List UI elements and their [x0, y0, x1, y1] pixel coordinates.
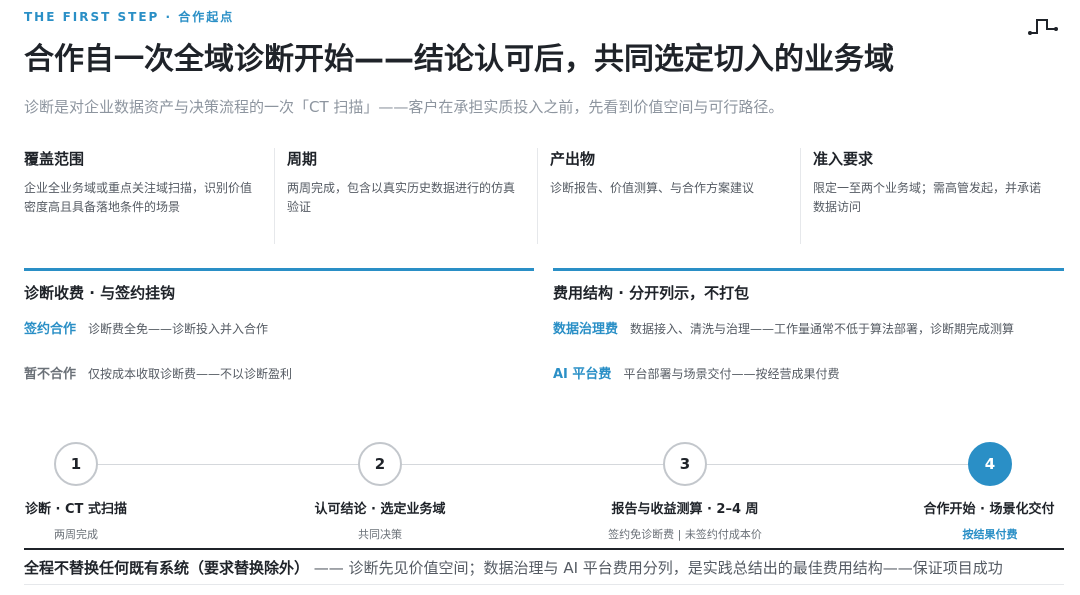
step-3-label: 报告与收益测算 · 2–4 周 — [611, 502, 759, 517]
step-2-sub: 共同决策 — [358, 528, 402, 541]
structure-text: 数据接入、清洗与治理——工作量通常不低于算法部署，诊断期完成测算 — [630, 322, 1015, 336]
fees-heading: 诊断收费 · 与签约挂钩 — [24, 284, 176, 302]
step-3-sub: 签约免诊断费 | 未签约付成本价 — [608, 528, 762, 541]
column-body: 诊断报告、价值测算、与合作方案建议 — [550, 181, 755, 195]
structure-heading: 费用结构 · 分开列示，不打包 — [553, 284, 750, 302]
structure-row-ai: AI 平台费 平台部署与场景交付——按经营成果付费 — [553, 363, 839, 382]
step-1-sub: 两周完成 — [54, 528, 98, 541]
step-1-marker: 1 — [54, 442, 98, 486]
column-requirements: 准入要求 限定一至两个业务域；需高管发起，并承诺数据访问 — [813, 148, 1063, 244]
footer-text: —— 诊断先见价值空间；数据治理与 AI 平台费用分列，是实践总结出的最佳费用结… — [309, 559, 1003, 577]
page-title: 合作自一次全域诊断开始——结论认可后，共同选定切入的业务域 — [24, 42, 894, 77]
footer-emphasis: 全程不替换任何既有系统（要求替换除外） — [24, 559, 310, 577]
step-2-label: 认可结论 · 选定业务域 — [314, 502, 446, 517]
structure-key: AI 平台费 — [553, 367, 612, 382]
step-4-label: 合作开始 · 场景化交付 — [923, 502, 1055, 517]
column-heading: 覆盖范围 — [24, 150, 85, 168]
step-logo-icon — [1028, 19, 1058, 35]
eyebrow: THE FIRST STEP · 合作起点 — [24, 10, 235, 24]
column-heading: 准入要求 — [813, 150, 874, 168]
step-2-marker: 2 — [358, 442, 402, 486]
footer-note: 全程不替换任何既有系统（要求替换除外） —— 诊断先见价值空间；数据治理与 AI… — [24, 557, 1003, 578]
column-divider — [800, 148, 801, 244]
step-1-label: 诊断 · CT 式扫描 — [25, 502, 127, 517]
step-3-marker: 3 — [663, 442, 707, 486]
column-heading: 周期 — [287, 150, 318, 168]
step-4-marker: 4 — [968, 442, 1012, 486]
column-body: 两周完成，包含以真实历史数据进行的仿真验证 — [287, 181, 516, 214]
column-body: 企业全业务域或重点关注域扫描，识别价值密度高且具备落地条件的场景 — [24, 181, 253, 214]
fee-text: 诊断费全免——诊断投入并入合作 — [88, 322, 269, 336]
fees-panel-rule — [24, 268, 534, 271]
fee-row-decline: 暂不合作 仅按成本收取诊断费——不以诊断盈利 — [24, 363, 292, 382]
footer-rule — [24, 548, 1064, 550]
fee-text: 仅按成本收取诊断费——不以诊断盈利 — [88, 367, 293, 381]
structure-panel-rule — [553, 268, 1064, 271]
page-subtitle: 诊断是对企业数据资产与决策流程的一次「CT 扫描」——客户在承担实质投入之前，先… — [24, 98, 784, 116]
column-heading: 产出物 — [550, 150, 596, 168]
structure-row-data: 数据治理费 数据接入、清洗与治理——工作量通常不低于算法部署，诊断期完成测算 — [553, 318, 1014, 337]
column-deliverables: 产出物 诊断报告、价值测算、与合作方案建议 — [550, 148, 800, 244]
fee-key: 暂不合作 — [24, 367, 77, 382]
footer-bottom-rule — [24, 584, 1064, 585]
step-4-sub: 按结果付费 — [962, 528, 1018, 541]
column-period: 周期 两周完成，包含以真实历史数据进行的仿真验证 — [287, 148, 537, 244]
column-coverage: 覆盖范围 企业全业务域或重点关注域扫描，识别价值密度高且具备落地条件的场景 — [24, 148, 274, 244]
fee-row-sign: 签约合作 诊断费全免——诊断投入并入合作 — [24, 318, 268, 337]
structure-text: 平台部署与场景交付——按经营成果付费 — [623, 367, 840, 381]
column-body: 限定一至两个业务域；需高管发起，并承诺数据访问 — [813, 181, 1042, 214]
structure-key: 数据治理费 — [553, 322, 619, 337]
column-divider — [537, 148, 538, 244]
timeline-track — [76, 464, 990, 465]
fee-key: 签约合作 — [24, 322, 77, 337]
column-divider — [274, 148, 275, 244]
